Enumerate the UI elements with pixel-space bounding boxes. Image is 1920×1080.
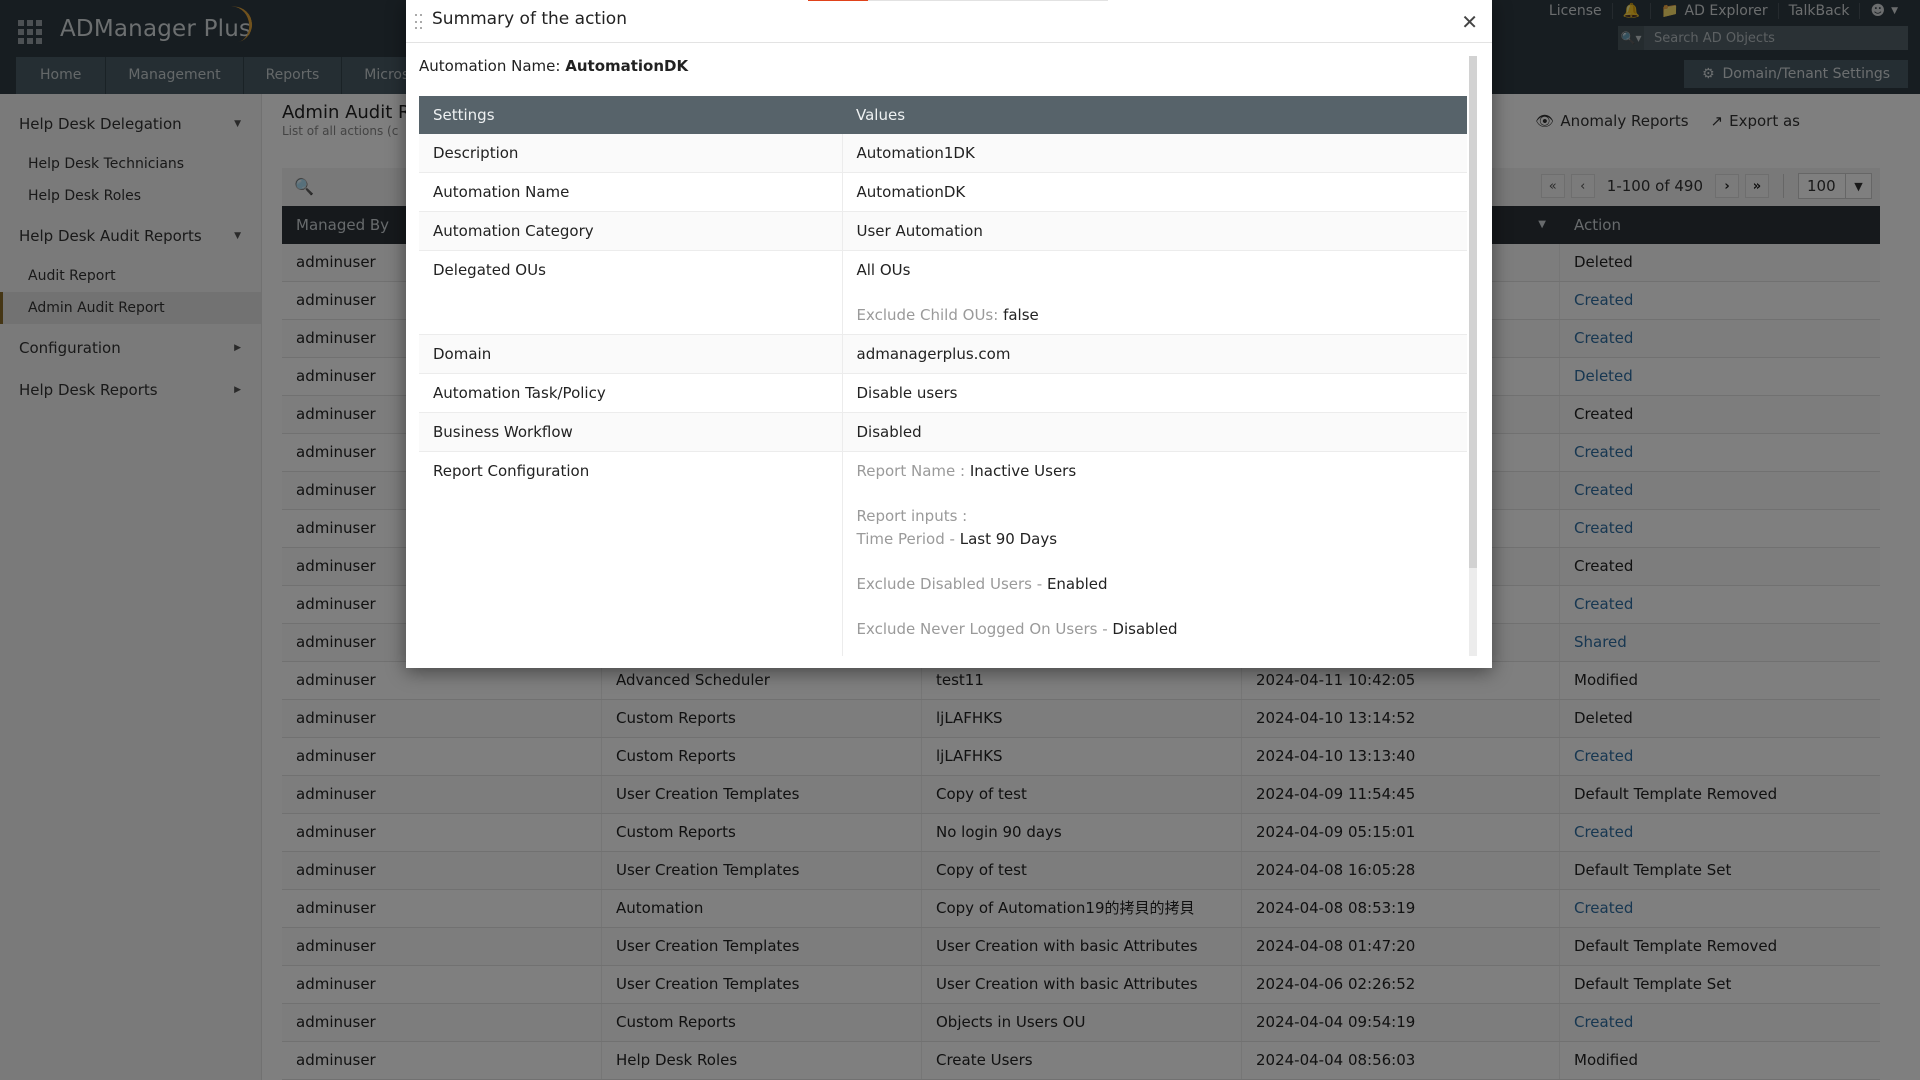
time-period-value: Last 90 Days xyxy=(959,530,1058,548)
setting-value: Disable users xyxy=(842,373,1467,413)
close-icon[interactable]: ✕ xyxy=(1461,10,1478,34)
setting-value: All OUs Exclude Child OUs: false xyxy=(842,250,1467,335)
summary-table-container: Settings Values Description Automation1D… xyxy=(419,96,1467,656)
setting-name: Automation Category xyxy=(419,211,843,251)
report-inputs-label: Report inputs : xyxy=(856,507,968,525)
summary-row: Automation Name AutomationDK xyxy=(419,172,1467,212)
exclude-child-ous-label: Exclude Child OUs: xyxy=(856,306,999,324)
modal-header: Summary of the action ✕ xyxy=(406,0,1492,43)
summary-row: Business Workflow Disabled xyxy=(419,412,1467,452)
automation-name-value: AutomationDK xyxy=(565,57,689,75)
setting-name: Description xyxy=(419,134,843,173)
setting-value: Report Name : Inactive Users Report inpu… xyxy=(842,451,1467,656)
modal-title: Summary of the action xyxy=(432,9,627,29)
summary-table: Settings Values Description Automation1D… xyxy=(419,96,1467,656)
exclude-never-logged-users-label: Exclude Never Logged On Users - xyxy=(856,620,1108,638)
summary-row: Domain admanagerplus.com xyxy=(419,334,1467,374)
summary-row: Report Configuration Report Name : Inact… xyxy=(419,451,1467,656)
summary-row: Delegated OUs All OUs Exclude Child OUs:… xyxy=(419,250,1467,335)
setting-name: Business Workflow xyxy=(419,412,843,452)
time-period-label: Time Period - xyxy=(856,530,955,548)
summary-row: Description Automation1DK xyxy=(419,134,1467,173)
values-header: Values xyxy=(842,96,1467,134)
summary-modal: Summary of the action ✕ Automation Name:… xyxy=(406,0,1492,668)
automation-name: Automation Name: AutomationDK xyxy=(419,57,688,75)
setting-name: Automation Name xyxy=(419,172,843,212)
setting-value: AutomationDK xyxy=(842,172,1467,212)
report-name-label: Report Name : xyxy=(856,462,966,480)
setting-name: Delegated OUs xyxy=(419,250,843,335)
settings-header: Settings xyxy=(419,96,842,134)
exclude-never-logged-users-value: Disabled xyxy=(1112,620,1178,638)
exclude-never-logged-users: Exclude Never Logged On Users - Disabled xyxy=(857,619,1454,639)
report-name: Report Name : Inactive Users xyxy=(857,461,1454,481)
scrollbar-thumb[interactable] xyxy=(1469,56,1477,568)
exclude-disabled-users-value: Enabled xyxy=(1046,575,1108,593)
setting-value: Disabled xyxy=(842,412,1467,452)
delegated-ous-value: All OUs xyxy=(856,261,911,279)
drag-handle-icon[interactable] xyxy=(415,14,423,32)
summary-row: Automation Category User Automation xyxy=(419,211,1467,251)
setting-name: Report Configuration xyxy=(419,451,843,656)
exclude-disabled-users: Exclude Disabled Users - Enabled xyxy=(857,574,1454,594)
setting-value: User Automation xyxy=(842,211,1467,251)
setting-value: admanagerplus.com xyxy=(842,334,1467,374)
report-name-value: Inactive Users xyxy=(969,462,1077,480)
exclude-disabled-users-label: Exclude Disabled Users - xyxy=(856,575,1043,593)
exclude-child-ous-value: false xyxy=(1003,306,1039,324)
exclude-child-ous: Exclude Child OUs: false xyxy=(857,305,1454,325)
modal-scrollbar[interactable] xyxy=(1469,56,1477,656)
time-period: Time Period - Last 90 Days xyxy=(857,529,1454,549)
summary-row: Automation Task/Policy Disable users xyxy=(419,373,1467,413)
setting-name: Automation Task/Policy xyxy=(419,373,843,413)
setting-name: Domain xyxy=(419,334,843,374)
setting-value: Automation1DK xyxy=(842,134,1467,173)
automation-name-label: Automation Name: xyxy=(419,57,561,75)
